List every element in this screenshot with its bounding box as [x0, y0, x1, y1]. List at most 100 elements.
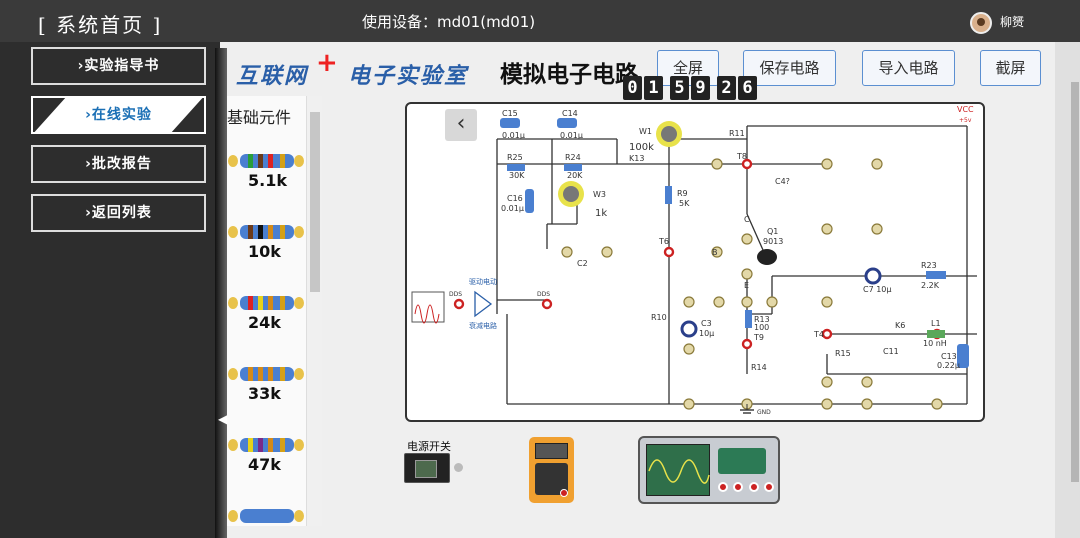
label-l1v: 10 nH — [923, 339, 947, 348]
port-icon — [748, 482, 759, 492]
label-c16: C16 — [507, 194, 523, 203]
label-c15: C15 — [502, 109, 518, 118]
nav-online-experiment-label: ›在线实验 — [85, 107, 152, 123]
port-icon — [718, 482, 728, 492]
back-arrow-icon[interactable]: ‹ — [445, 109, 477, 141]
oscilloscope-ports — [718, 482, 774, 496]
brand-plus: + — [316, 48, 338, 78]
power-switch-label: 电源开关 — [407, 440, 451, 453]
multimeter-port-icon — [560, 489, 568, 497]
avatar[interactable] — [970, 12, 992, 34]
home-title[interactable]: [ 系统首页 ] — [38, 9, 162, 38]
screenshot-button[interactable]: 截屏 — [980, 50, 1041, 86]
band — [258, 438, 263, 452]
label-dds-right: DDS — [537, 291, 550, 298]
collapse-arrow-icon[interactable]: ◀ — [218, 412, 227, 426]
label-q1v: 9013 — [763, 237, 783, 246]
band — [268, 296, 273, 310]
right-scrollbar[interactable] — [1055, 42, 1080, 538]
label-r9v: 5K — [679, 199, 690, 208]
right-scrollbar-thumb[interactable] — [1071, 82, 1079, 482]
resistor-item[interactable]: 24k — [228, 296, 306, 336]
nav-back-to-list[interactable]: ›返回列表 — [31, 194, 206, 232]
label-b: B — [712, 248, 718, 257]
band — [258, 296, 263, 310]
power-switch-toggle-icon — [415, 460, 437, 478]
label-r15: R15 — [835, 349, 851, 358]
device-label: 使用设备：md01(md01) — [362, 13, 536, 31]
resistor-label: 5.1k — [248, 171, 287, 190]
band — [268, 154, 273, 168]
band — [280, 225, 285, 239]
label-c3v: 10μ — [699, 329, 714, 338]
label-w3v: 1k — [595, 208, 607, 219]
resistor-item[interactable]: 10k — [228, 225, 306, 265]
label-q1: Q1 — [767, 227, 778, 236]
nav-experiment-guide[interactable]: ›实验指导书 — [31, 47, 206, 85]
label-dds-left: DDS — [449, 291, 462, 298]
label-r9: R9 — [677, 189, 688, 198]
power-switch[interactable] — [404, 453, 450, 483]
username[interactable]: 柳赟 — [1000, 13, 1024, 30]
timer: 0 1 5 9 2 6 — [623, 76, 759, 100]
resistor-end-icon — [294, 155, 304, 167]
components-scrollbar-thumb[interactable] — [310, 112, 320, 292]
resistor-item[interactable]: 33k — [228, 367, 306, 407]
label-e: E — [744, 281, 749, 290]
nav-online-experiment[interactable]: ›在线实验 — [31, 96, 206, 134]
label-r14: R14 — [751, 363, 767, 372]
timer-digit: 2 — [717, 76, 736, 100]
multimeter-icon[interactable] — [529, 437, 574, 503]
label-diag: 衰减电路 — [469, 321, 497, 330]
timer-digit: 5 — [670, 76, 689, 100]
band — [248, 438, 253, 452]
port-icon — [763, 482, 774, 492]
multimeter-display — [535, 443, 568, 459]
resistor-end-icon — [294, 510, 304, 522]
label-c15v: 0.01μ — [502, 131, 525, 140]
label-t6: T6 — [658, 237, 669, 246]
oscilloscope-keypad — [718, 448, 766, 474]
label-vccv: +5v — [959, 117, 972, 124]
label-r23v: 2.2K — [921, 281, 940, 290]
label-w1: W1 — [639, 127, 652, 136]
label-r11: R11 — [729, 129, 745, 138]
label-r25: R25 — [507, 153, 523, 162]
label-gnd: GND — [757, 409, 771, 416]
oscilloscope-screen — [646, 444, 710, 496]
left-nav: ›实验指导书 ›在线实验 ›批改报告 ›返回列表 — [0, 42, 220, 538]
resistor-item[interactable]: 47k — [228, 438, 306, 478]
import-circuit-button[interactable]: 导入电路 — [862, 50, 955, 86]
timer-digit: 9 — [691, 76, 710, 100]
resistor-end-icon — [294, 439, 304, 451]
label-c13: C13 — [941, 352, 957, 361]
label-r13v: 100 — [754, 323, 769, 332]
nav-grade-report[interactable]: ›批改报告 — [31, 145, 206, 183]
label-c14v: 0.01μ — [560, 131, 583, 140]
label-r24v: 20K — [567, 171, 583, 180]
band — [280, 154, 285, 168]
label-c2: C2 — [577, 259, 588, 268]
resistor-item[interactable]: 5.1k — [228, 154, 306, 194]
label-c3: C3 — [701, 319, 712, 328]
label-osc: 驱动电动 — [469, 277, 497, 286]
resistor-end-icon — [294, 368, 304, 380]
resistor-end-icon — [228, 226, 238, 238]
label-r25v: 30K — [509, 171, 525, 180]
resistor-end-icon — [228, 439, 238, 451]
band — [280, 367, 285, 381]
oscilloscope-icon[interactable] — [638, 436, 780, 504]
label-t8: T8 — [736, 152, 747, 161]
band — [280, 296, 285, 310]
circuit-diagram: C15 0.01μ C14 0.01μ W1 100k R11 K13 R25 … — [411, 105, 977, 416]
port-icon — [733, 482, 744, 492]
components-scrollbar[interactable] — [306, 96, 322, 526]
brand-part1: 互联网 — [236, 64, 309, 89]
power-indicator-icon — [454, 463, 463, 472]
resistor-end-icon — [294, 226, 304, 238]
timer-digit: 6 — [738, 76, 757, 100]
resistor-end-icon — [228, 510, 238, 522]
resistor-item[interactable] — [228, 509, 306, 529]
band — [268, 438, 273, 452]
label-t9: T9 — [753, 333, 764, 342]
